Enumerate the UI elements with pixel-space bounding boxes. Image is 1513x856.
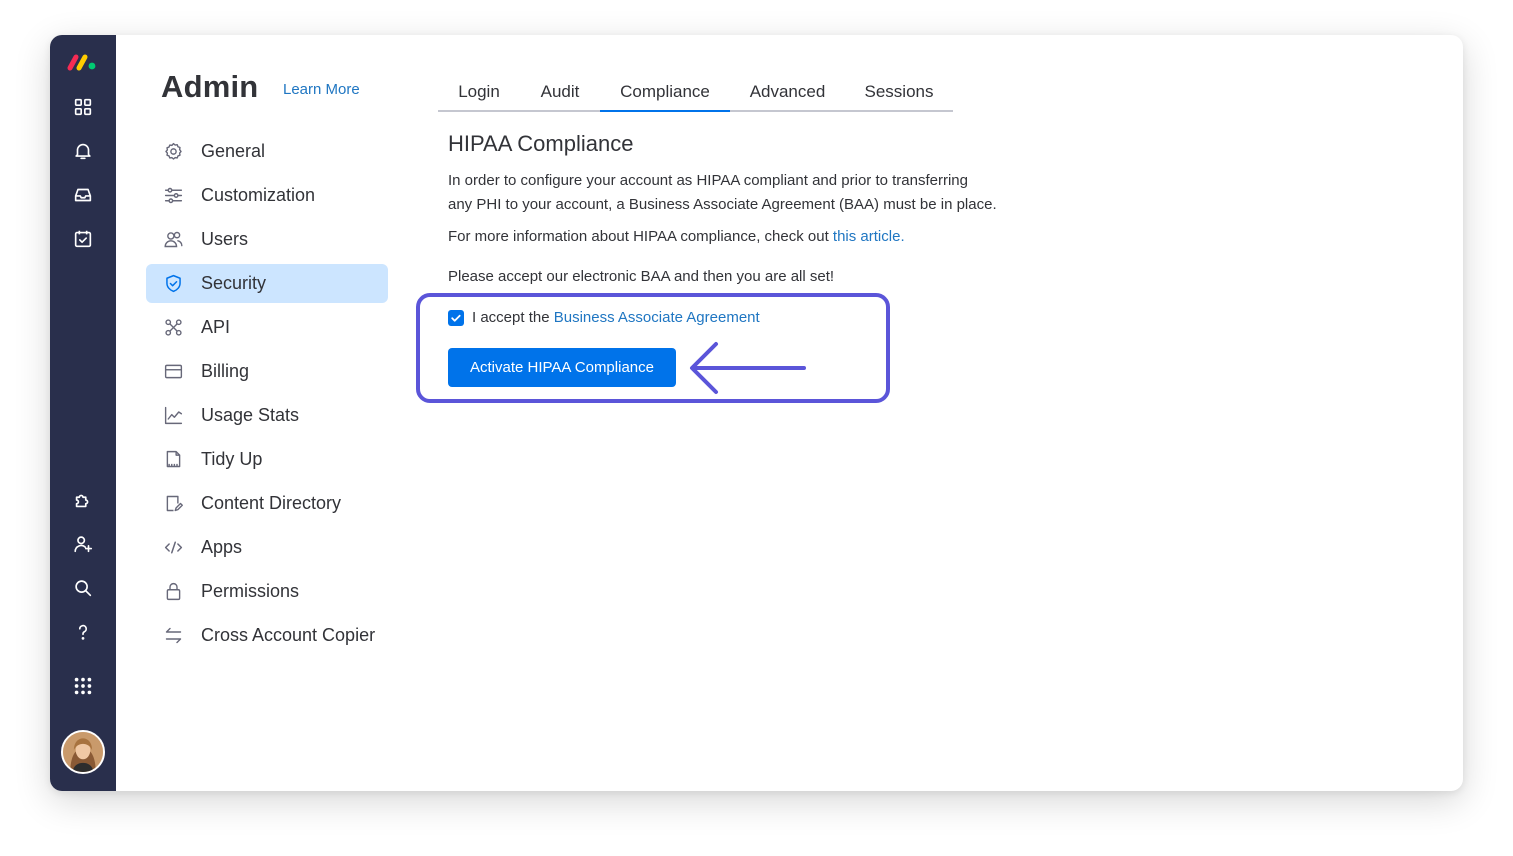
learn-more-link[interactable]: Learn More bbox=[283, 81, 360, 98]
monday-logo-icon[interactable] bbox=[66, 49, 100, 73]
nav-item-label: Permissions bbox=[201, 581, 300, 601]
nav-item-label: General bbox=[201, 141, 266, 161]
baa-link[interactable]: Business Associate Agreement bbox=[554, 309, 760, 326]
left-rail bbox=[50, 35, 116, 791]
document-edit-icon bbox=[162, 493, 184, 515]
api-icon bbox=[162, 317, 184, 339]
chart-icon bbox=[162, 405, 184, 427]
intro-text: In order to configure your account as HI… bbox=[448, 169, 1068, 217]
nav-item-tidy-up[interactable]: Tidy Up bbox=[146, 440, 388, 479]
page-title: Admin bbox=[161, 69, 259, 104]
activate-hipaa-button[interactable]: Activate HIPAA Compliance bbox=[448, 348, 676, 387]
article-link[interactable]: this article bbox=[833, 228, 901, 245]
nav-item-label: Users bbox=[201, 229, 249, 249]
apps-grid-icon[interactable] bbox=[71, 674, 95, 698]
nav-item-label: Cross Account Copier bbox=[201, 625, 376, 645]
admin-nav: General Customization Users Security API… bbox=[146, 132, 388, 660]
workspaces-grid-icon[interactable] bbox=[71, 95, 95, 119]
accept-agreement-row: I accept the Business Associate Agreemen… bbox=[448, 309, 760, 326]
users-icon bbox=[162, 229, 184, 251]
nav-item-security[interactable]: Security bbox=[146, 264, 388, 303]
nav-item-permissions[interactable]: Permissions bbox=[146, 572, 388, 611]
nav-item-customization[interactable]: Customization bbox=[146, 176, 388, 215]
more-info-text: For more information about HIPAA complia… bbox=[448, 225, 1068, 249]
bell-icon[interactable] bbox=[71, 139, 95, 163]
search-icon[interactable] bbox=[71, 576, 95, 600]
accept-checkbox[interactable] bbox=[448, 309, 464, 326]
intro-line-2: any PHI to your account, a Business Asso… bbox=[448, 196, 997, 213]
receipt-icon bbox=[162, 449, 184, 471]
tab-advanced[interactable]: Advanced bbox=[730, 73, 845, 110]
nav-item-label: Billing bbox=[201, 361, 250, 381]
help-icon[interactable] bbox=[71, 620, 95, 644]
avatar[interactable] bbox=[61, 730, 105, 774]
gear-icon bbox=[162, 141, 184, 163]
tab-compliance[interactable]: Compliance bbox=[600, 73, 730, 112]
calendar-check-icon[interactable] bbox=[71, 227, 95, 251]
compliance-panel: HIPAA Compliance In order to configure y… bbox=[448, 131, 1068, 289]
more-info-prefix: For more information about HIPAA complia… bbox=[448, 228, 833, 245]
accept-prompt: Please accept our electronic BAA and the… bbox=[448, 268, 835, 285]
transfer-arrows-icon bbox=[162, 625, 184, 647]
nav-item-apps[interactable]: Apps bbox=[146, 528, 388, 567]
app-window: Admin Learn More General Customization U… bbox=[50, 35, 1463, 791]
more-info-suffix: . bbox=[900, 228, 905, 245]
tab-sessions[interactable]: Sessions bbox=[845, 73, 953, 110]
nav-item-content-directory[interactable]: Content Directory bbox=[146, 484, 388, 523]
nav-item-label: Tidy Up bbox=[201, 449, 263, 469]
nav-item-billing[interactable]: Billing bbox=[146, 352, 388, 391]
nav-item-label: Security bbox=[201, 273, 267, 293]
accept-prefix: I accept the bbox=[472, 309, 554, 326]
nav-item-general[interactable]: General bbox=[146, 132, 388, 171]
inbox-icon[interactable] bbox=[71, 183, 95, 207]
nav-item-api[interactable]: API bbox=[146, 308, 388, 347]
nav-item-label: Customization bbox=[201, 185, 316, 205]
tab-login[interactable]: Login bbox=[438, 73, 520, 110]
section-title: HIPAA Compliance bbox=[448, 131, 634, 156]
accept-label: I accept the Business Associate Agreemen… bbox=[472, 309, 760, 326]
credit-card-icon bbox=[162, 361, 184, 383]
nav-item-label: Usage Stats bbox=[201, 405, 300, 425]
nav-item-users[interactable]: Users bbox=[146, 220, 388, 259]
nav-item-usage-stats[interactable]: Usage Stats bbox=[146, 396, 388, 435]
pointer-arrow-icon bbox=[690, 342, 806, 394]
checkmark-icon bbox=[451, 314, 461, 322]
tab-audit[interactable]: Audit bbox=[520, 73, 600, 110]
settings-tabs: Login Audit Compliance Advanced Sessions bbox=[438, 73, 953, 112]
puzzle-icon[interactable] bbox=[71, 488, 95, 512]
code-icon bbox=[162, 537, 184, 559]
nav-item-label: Content Directory bbox=[201, 493, 342, 513]
lock-icon bbox=[162, 581, 184, 603]
sliders-icon bbox=[162, 185, 184, 207]
nav-item-label: API bbox=[201, 317, 231, 337]
invite-user-icon[interactable] bbox=[71, 532, 95, 556]
nav-item-label: Apps bbox=[201, 537, 243, 557]
nav-item-cross-account-copier[interactable]: Cross Account Copier bbox=[146, 616, 388, 655]
shield-icon bbox=[162, 273, 184, 295]
intro-line-1: In order to configure your account as HI… bbox=[448, 172, 968, 189]
